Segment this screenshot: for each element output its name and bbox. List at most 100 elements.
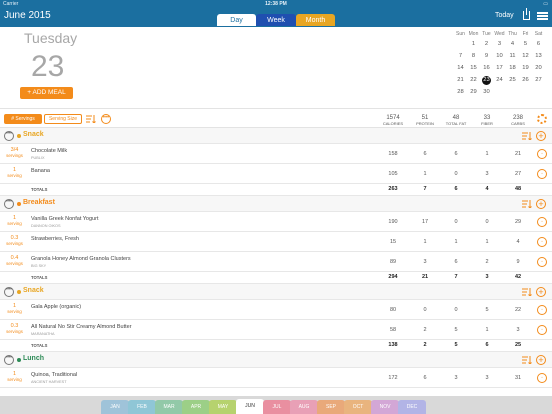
calendar-day[interactable]: 17 <box>493 65 506 71</box>
calendar-day[interactable]: 5 <box>519 41 532 47</box>
calendar-day[interactable]: 20 <box>532 65 545 71</box>
column-header-carbs[interactable]: 238 CARBS <box>503 115 533 126</box>
meal-sort-icon[interactable] <box>522 288 532 296</box>
month-tab-apr[interactable]: APR <box>182 400 210 414</box>
food-action-icon[interactable]: ◦ <box>537 305 547 315</box>
month-tab-sep[interactable]: SEP <box>317 400 345 414</box>
meal-name[interactable]: Breakfast <box>23 199 55 206</box>
calendar-day[interactable]: 10 <box>493 53 506 59</box>
add-food-icon[interactable]: + <box>536 199 546 209</box>
add-food-icon[interactable]: + <box>536 355 546 365</box>
calendar-day[interactable]: 8 <box>467 53 480 59</box>
meal-options-icon[interactable]: ••• <box>4 199 14 209</box>
food-row[interactable]: 1 serving Quinoa, Traditional ANCIENT HARVE… <box>0 368 552 388</box>
month-tab-feb[interactable]: FEB <box>128 400 156 414</box>
calendar-day[interactable]: 26 <box>519 77 532 83</box>
servings-stepper[interactable]: 0.4 servings <box>0 255 29 266</box>
food-action-icon[interactable]: ◦ <box>537 217 547 227</box>
food-row[interactable]: 0.3 servings Strawberries, Fresh 15 1 1 1 4 ◦ <box>0 232 552 252</box>
month-tab-aug[interactable]: AUG <box>290 400 318 414</box>
meal-name[interactable]: Snack <box>23 287 44 294</box>
food-action-icon[interactable]: ◦ <box>537 325 547 335</box>
month-tab-dec[interactable]: DEC <box>398 400 426 414</box>
month-tab-jun[interactable]: JUN <box>236 399 264 414</box>
food-action-icon[interactable]: ◦ <box>537 149 547 159</box>
food-row[interactable]: 0.4 servings Granola Honey Almond Granola … <box>0 252 552 272</box>
food-row[interactable]: 1 serving Gala Apple (organic) 80 0 0 5 22 ◦ <box>0 300 552 320</box>
tab-day[interactable]: Day <box>217 14 256 26</box>
month-tab-nov[interactable]: NOV <box>371 400 399 414</box>
food-row[interactable]: 1 serving Vanilla Greek Nonfat Yogurt DANNO… <box>0 212 552 232</box>
calendar-day[interactable]: 14 <box>454 65 467 71</box>
calendar-day[interactable]: 24 <box>493 77 506 83</box>
month-tab-jan[interactable]: JAN <box>101 400 129 414</box>
month-tab-may[interactable]: MAY <box>209 400 237 414</box>
tab-month[interactable]: Month <box>296 14 335 26</box>
meal-list[interactable]: ••• Snack +3/4 servings Chocolate Milk PUBLIX… <box>0 128 552 396</box>
calendar-day[interactable]: 21 <box>454 77 467 83</box>
meal-sort-icon[interactable] <box>522 200 532 208</box>
calendar-day[interactable]: 22 <box>467 77 480 83</box>
servings-stepper[interactable]: 0.3 servings <box>0 235 29 246</box>
add-food-icon[interactable]: + <box>536 287 546 297</box>
calendar-day[interactable]: 11 <box>506 53 519 59</box>
food-row[interactable]: 3/4 servings Chocolate Milk PUBLIX 158 6 6 1 21 ◦ <box>0 144 552 164</box>
serving-size-toggle-button[interactable]: Serving Size <box>44 114 82 124</box>
servings-stepper[interactable]: 0.3 servings <box>0 323 29 334</box>
meal-sort-icon[interactable] <box>522 132 532 140</box>
calendar-day[interactable]: 7 <box>454 53 467 59</box>
food-action-icon[interactable]: ◦ <box>537 373 547 383</box>
calendar-day[interactable]: 13 <box>532 53 545 59</box>
meal-name[interactable]: Snack <box>23 131 44 138</box>
food-action-icon[interactable]: ◦ <box>537 169 547 179</box>
column-header-fiber[interactable]: 33 FIBER <box>472 115 502 126</box>
food-row[interactable]: 0.3 servings All Natural No Stir Creamy Al… <box>0 320 552 340</box>
calendar-day[interactable]: 15 <box>467 65 480 71</box>
meal-options-icon[interactable]: ••• <box>4 131 14 141</box>
today-button[interactable]: Today <box>495 12 514 19</box>
tab-week[interactable]: Week <box>256 14 296 26</box>
calendar-day[interactable]: 29 <box>467 89 480 95</box>
calendar-day[interactable]: 2 <box>480 41 493 47</box>
servings-stepper[interactable]: 1 serving <box>0 215 29 226</box>
calendar-day[interactable]: 12 <box>519 53 532 59</box>
share-icon[interactable] <box>523 8 530 20</box>
meal-sort-icon[interactable] <box>522 356 532 364</box>
servings-toggle-button[interactable]: # Servings <box>4 114 42 124</box>
calendar-day[interactable]: 27 <box>532 77 545 83</box>
more-options-icon[interactable]: ••• <box>101 114 111 124</box>
month-tab-oct[interactable]: OCT <box>344 400 372 414</box>
column-header-total-fat[interactable]: 48 TOTAL FAT <box>441 115 471 126</box>
column-header-calories[interactable]: 1574 CALORIES <box>378 115 408 126</box>
calendar-day[interactable]: 28 <box>454 89 467 95</box>
food-action-icon[interactable]: ◦ <box>537 257 547 267</box>
calendar-day[interactable]: 16 <box>480 65 493 71</box>
month-tab-jul[interactable]: JUL <box>263 400 291 414</box>
calendar-day[interactable]: 25 <box>506 77 519 83</box>
servings-stepper[interactable]: 1 serving <box>0 371 29 382</box>
calendar-day[interactable]: 19 <box>519 65 532 71</box>
column-header-protein[interactable]: 51 PROTEIN <box>410 115 440 126</box>
servings-stepper[interactable]: 3/4 servings <box>0 147 29 158</box>
food-row[interactable]: 1 serving Banana 105 1 0 3 27 ◦ <box>0 164 552 184</box>
food-action-icon[interactable]: ◦ <box>537 237 547 247</box>
calendar-day[interactable]: 18 <box>506 65 519 71</box>
calendar-day[interactable]: 1 <box>467 41 480 47</box>
calendar-day[interactable]: 3 <box>493 41 506 47</box>
servings-stepper[interactable]: 1 serving <box>0 303 29 314</box>
calendar-day-selected[interactable]: 23 <box>482 75 491 85</box>
calendar-day[interactable]: 4 <box>506 41 519 47</box>
servings-stepper[interactable]: 1 serving <box>0 167 29 178</box>
meal-name[interactable]: Lunch <box>23 355 44 362</box>
menu-icon[interactable] <box>537 12 548 20</box>
meal-options-icon[interactable]: ••• <box>4 355 14 365</box>
month-tab-mar[interactable]: MAR <box>155 400 183 414</box>
sort-icon[interactable] <box>86 115 96 123</box>
calendar-day[interactable]: 9 <box>480 53 493 59</box>
add-meal-button[interactable]: + ADD MEAL <box>20 87 73 99</box>
meal-options-icon[interactable]: ••• <box>4 287 14 297</box>
calendar-day[interactable]: 30 <box>480 89 493 95</box>
calendar-day[interactable]: 6 <box>532 41 545 47</box>
gear-icon[interactable] <box>537 114 547 124</box>
add-food-icon[interactable]: + <box>536 131 546 141</box>
